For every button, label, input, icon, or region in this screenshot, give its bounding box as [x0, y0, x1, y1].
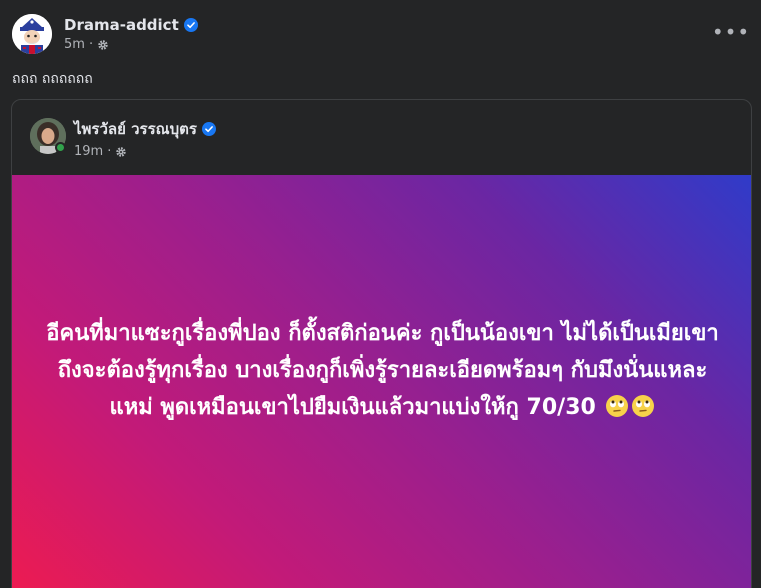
shared-author-name[interactable]: ไพรวัลย์ วรรณบุตร [74, 117, 197, 141]
rolling-eyes-emoji [632, 395, 655, 417]
post-timestamp[interactable]: 5m [64, 37, 85, 52]
shared-post-timestamp[interactable]: 19m [74, 144, 103, 159]
gear-icon[interactable] [115, 146, 127, 158]
post-header: Drama-addict 5m · ••• [12, 12, 749, 56]
more-options-icon: ••• [711, 20, 751, 44]
page-name[interactable]: Drama-addict [64, 16, 179, 34]
post-caption: ถถถ ถถถถถถ [12, 71, 93, 87]
separator-dot: · [107, 144, 112, 159]
shared-post-header: ไพรวัลย์ วรรณบุตร 19m · [12, 100, 751, 176]
more-options-button[interactable]: ••• [712, 20, 749, 44]
online-status-indicator [55, 142, 66, 153]
rolling-eyes-emoji [606, 395, 629, 417]
verified-badge-icon [201, 122, 216, 136]
gradient-text-post: อีคนที่มาแซะกูเรื่องพี่ปอง ก็ตั้งสติก่อน… [12, 175, 751, 588]
shared-post-meta: ไพรวัลย์ วรรณบุตร 19m · [74, 117, 216, 159]
page-avatar[interactable] [12, 14, 52, 54]
gear-icon[interactable] [97, 39, 109, 51]
verified-badge-icon [183, 18, 198, 32]
shared-post-body: อีคนที่มาแซะกูเรื่องพี่ปอง ก็ตั้งสติก่อน… [43, 315, 723, 426]
cartoon-character-icon [12, 14, 52, 54]
post-meta: Drama-addict 5m · [64, 16, 198, 52]
shared-post-card[interactable]: ไพรวัลย์ วรรณบุตร 19m · อีคนที่มาแซะกูเร… [11, 99, 752, 588]
separator-dot: · [88, 37, 94, 52]
